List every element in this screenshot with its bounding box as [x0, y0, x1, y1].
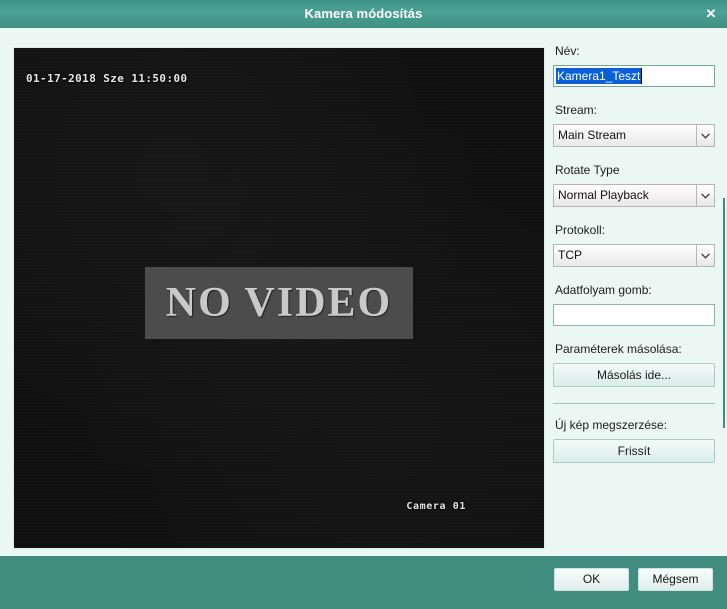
camera-edit-dialog: Kamera módosítás ✕ 01-17-2018 Sze 11:50:…	[0, 0, 727, 609]
panel-divider	[553, 403, 715, 404]
protocol-field-group: Protokoll: TCP	[553, 223, 715, 267]
rotate-type-select[interactable]: Normal Playback	[553, 184, 715, 207]
stream-label: Stream:	[555, 103, 598, 117]
new-image-field-group: Új kép megszerzése: Frissít	[553, 418, 715, 463]
stream-field-group: Stream: Main Stream	[553, 103, 715, 147]
stream-button-field-group: Adatfolyam gomb:	[553, 283, 715, 326]
copy-to-button[interactable]: Másolás ide...	[553, 363, 715, 387]
cancel-button[interactable]: Mégsem	[638, 568, 713, 591]
protocol-select-value: TCP	[553, 244, 696, 267]
close-icon[interactable]: ✕	[701, 4, 721, 24]
chevron-down-icon[interactable]	[696, 244, 715, 267]
text-caret	[641, 68, 642, 84]
name-input[interactable]: Kamera1_Teszt	[553, 65, 715, 87]
name-field-group: Név: Kamera1_Teszt	[553, 44, 715, 87]
footer-button-group: OK Mégsem	[554, 568, 713, 591]
osd-timestamp: 01-17-2018 Sze 11:50:00	[26, 72, 188, 85]
stream-button-label: Adatfolyam gomb:	[555, 283, 652, 297]
chevron-down-icon[interactable]	[696, 124, 715, 147]
name-label: Név:	[555, 44, 580, 58]
dialog-titlebar: Kamera módosítás ✕	[0, 0, 727, 29]
osd-camera-label: Camera 01	[406, 501, 466, 512]
rotate-type-select-value: Normal Playback	[553, 184, 696, 207]
new-image-label: Új kép megszerzése:	[555, 418, 668, 432]
dialog-footer: OK Mégsem	[0, 556, 727, 609]
dialog-title: Kamera módosítás	[304, 6, 423, 21]
copy-params-label: Paraméterek másolása:	[555, 342, 682, 356]
chevron-down-icon[interactable]	[696, 184, 715, 207]
copy-params-field-group: Paraméterek másolása: Másolás ide...	[553, 342, 715, 387]
rotate-type-label: Rotate Type	[555, 163, 620, 177]
protocol-label: Protokoll:	[555, 223, 606, 237]
scrollbar[interactable]	[723, 198, 725, 428]
ok-button[interactable]: OK	[554, 568, 629, 591]
stream-select-value: Main Stream	[553, 124, 696, 147]
no-video-banner: NO VIDEO	[145, 267, 413, 339]
no-video-text: NO VIDEO	[165, 280, 393, 326]
stream-select[interactable]: Main Stream	[553, 124, 715, 147]
rotate-type-field-group: Rotate Type Normal Playback	[553, 163, 715, 207]
refresh-button[interactable]: Frissít	[553, 439, 715, 463]
camera-settings-form: Név: Kamera1_Teszt Stream: Main Stream R…	[553, 44, 715, 479]
stream-button-input[interactable]	[553, 304, 715, 326]
dialog-content: 01-17-2018 Sze 11:50:00 NO VIDEO Camera …	[0, 28, 727, 556]
protocol-select[interactable]: TCP	[553, 244, 715, 267]
name-input-value: Kamera1_Teszt	[556, 68, 642, 84]
camera-preview[interactable]: 01-17-2018 Sze 11:50:00 NO VIDEO Camera …	[14, 48, 544, 548]
